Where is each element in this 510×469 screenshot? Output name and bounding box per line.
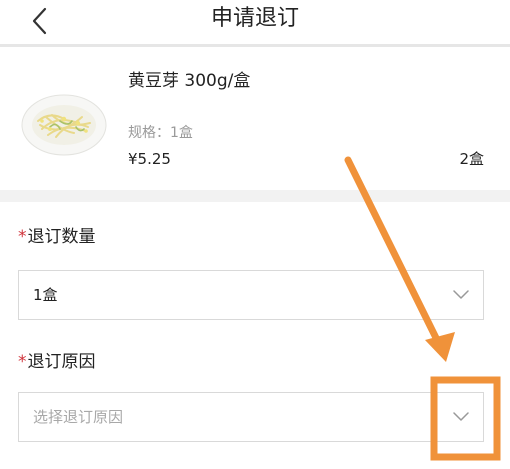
product-quantity: 2盒: [459, 150, 484, 168]
chevron-down-icon: [453, 290, 469, 299]
reason-label-text: 退订原因: [27, 352, 96, 372]
required-mark: *: [18, 227, 27, 247]
quantity-value: 1盒: [33, 286, 58, 304]
product-spec: 规格：1盒: [128, 125, 193, 141]
reason-placeholder: 选择退订原因: [33, 408, 124, 426]
required-mark: *: [18, 352, 27, 372]
header-bar: 申请退订: [0, 0, 510, 44]
section-divider: [0, 190, 510, 202]
reason-select[interactable]: 选择退订原因: [18, 392, 484, 442]
reason-label: *退订原因: [18, 350, 96, 374]
page-title: 申请退订: [210, 6, 299, 31]
product-price: ¥5.25: [128, 150, 171, 168]
quantity-select[interactable]: 1盒: [18, 270, 484, 320]
quantity-label-text: 退订数量: [27, 227, 96, 247]
chevron-down-icon[interactable]: [453, 410, 469, 422]
product-image: [20, 71, 108, 171]
quantity-label: *退订数量: [18, 225, 96, 249]
product-card: 黄豆芽 300g/盒 规格：1盒 ¥5.25 2盒: [0, 47, 510, 190]
product-name: 黄豆芽 300g/盒: [128, 71, 251, 91]
annotation-arrowhead: [425, 332, 455, 362]
